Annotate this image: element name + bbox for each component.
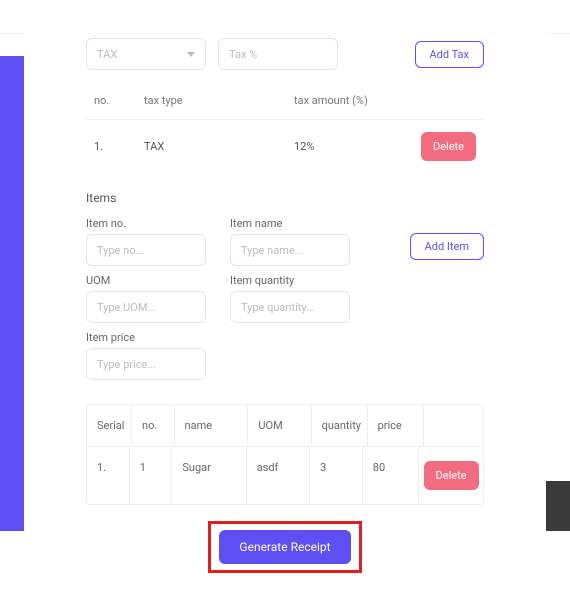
table-row: 1. 1 Sugar asdf 3 80 Delete [87,447,483,504]
th-uom: UOM [248,405,311,446]
right-accent [546,481,570,531]
td-serial: 1. [87,447,130,504]
tax-header-no: no. [94,94,144,107]
th-serial: Serial [87,405,132,446]
td-name: Sugar [172,447,246,504]
tax-table-header: no. tax type tax amount (%) [86,82,484,119]
add-item-button[interactable]: Add Item [410,233,484,260]
tax-header-type: tax type [144,94,294,107]
quantity-input[interactable]: Type quantity... [230,291,350,323]
label-item-name: Item name [230,217,358,230]
left-accent [0,56,24,531]
th-name: name [175,405,249,446]
td-no: 1 [130,447,173,504]
th-price: price [368,405,424,446]
tax-header-amount: tax amount (%) [294,94,412,107]
tax-card: TAX Tax % Add Tax no. tax type tax amoun… [70,34,500,593]
items-table-header: Serial no. name UOM quantity price [87,405,483,447]
label-uom: UOM [86,274,214,287]
uom-input[interactable]: Type UOM... [86,291,206,323]
items-title: Items [86,191,484,205]
delete-tax-button[interactable]: Delete [421,132,476,161]
tax-type-select[interactable]: TAX [86,38,206,70]
price-input[interactable]: Type price... [86,348,206,380]
tax-row-no: 1. [94,140,144,153]
tax-percent-input[interactable]: Tax % [218,38,338,70]
tax-row-type: TAX [144,140,294,153]
label-quantity: Item quantity [230,274,358,287]
tax-row: 1. TAX 12% Delete [86,119,484,173]
tax-percent-placeholder: Tax % [229,48,257,61]
generate-receipt-button[interactable]: Generate Receipt [219,530,350,564]
td-quantity: 3 [310,447,363,504]
generate-highlight: Generate Receipt [208,521,361,573]
chevron-down-icon [187,52,195,57]
label-price: Item price [86,331,214,344]
add-tax-button[interactable]: Add Tax [415,41,485,68]
tax-type-value: TAX [97,48,117,61]
td-price: 80 [363,447,419,504]
tax-row-amount: 12% [294,140,421,153]
item-no-input[interactable]: Type no... [86,234,206,266]
th-action [424,405,483,446]
label-item-no: Item no. [86,217,214,230]
items-form: Item no. Type no... UOM Type UOM... Item… [86,209,484,380]
item-name-input[interactable]: Type name... [230,234,350,266]
items-table: Serial no. name UOM quantity price 1. 1 … [86,404,484,505]
th-no: no. [132,405,175,446]
td-uom: asdf [247,447,310,504]
th-quantity: quantity [312,405,368,446]
content: TAX Tax % Add Tax no. tax type tax amoun… [24,0,546,593]
delete-item-button[interactable]: Delete [424,461,479,490]
